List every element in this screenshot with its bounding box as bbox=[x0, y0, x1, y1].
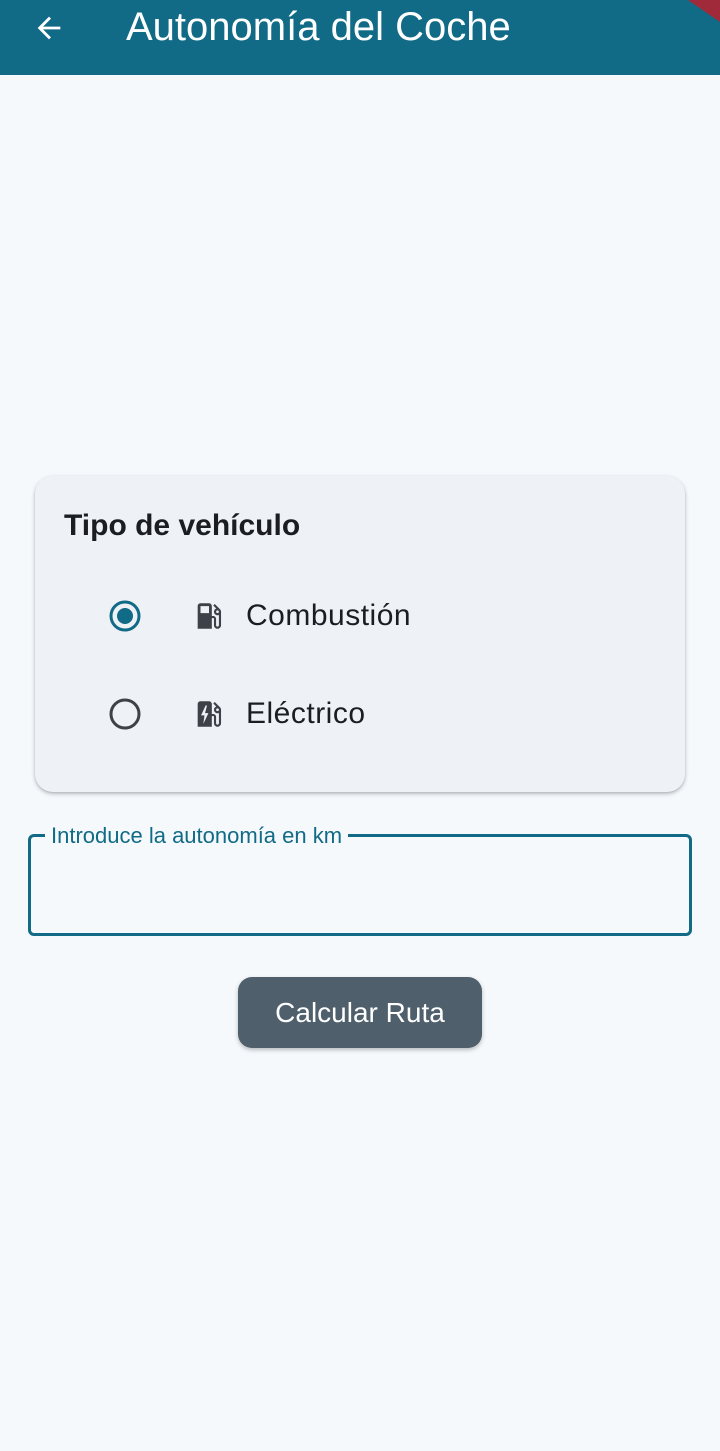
radio-selected-icon[interactable] bbox=[108, 599, 142, 633]
range-input-label: Introduce la autonomía en km bbox=[45, 824, 349, 848]
app-bar: Autonomía del Coche bbox=[0, 0, 720, 75]
back-button[interactable] bbox=[18, 0, 80, 56]
ev-station-icon bbox=[197, 701, 222, 727]
gas-station-icon bbox=[197, 603, 222, 629]
app-screen: Autonomía del Coche Tipo de vehículo Com… bbox=[0, 0, 720, 1451]
range-input[interactable] bbox=[49, 861, 673, 911]
card-title: Tipo de vehículo bbox=[64, 509, 301, 542]
option-label-combustion: Combustión bbox=[246, 599, 412, 632]
option-label-electric: Eléctrico bbox=[246, 697, 366, 730]
arrow-back-icon bbox=[37, 16, 61, 40]
debug-banner bbox=[680, 0, 720, 30]
radio-unselected-icon[interactable] bbox=[108, 697, 142, 731]
page-title: Autonomía del Coche bbox=[126, 5, 511, 49]
option-electric[interactable]: Eléctrico bbox=[95, 680, 615, 750]
vehicle-type-card: Tipo de vehículo Combustión Eléctrico bbox=[35, 476, 685, 792]
calculate-route-button[interactable]: Calcular Ruta bbox=[238, 977, 482, 1048]
range-input-field[interactable]: Introduce la autonomía en km bbox=[28, 824, 692, 936]
option-combustion[interactable]: Combustión bbox=[95, 582, 615, 652]
